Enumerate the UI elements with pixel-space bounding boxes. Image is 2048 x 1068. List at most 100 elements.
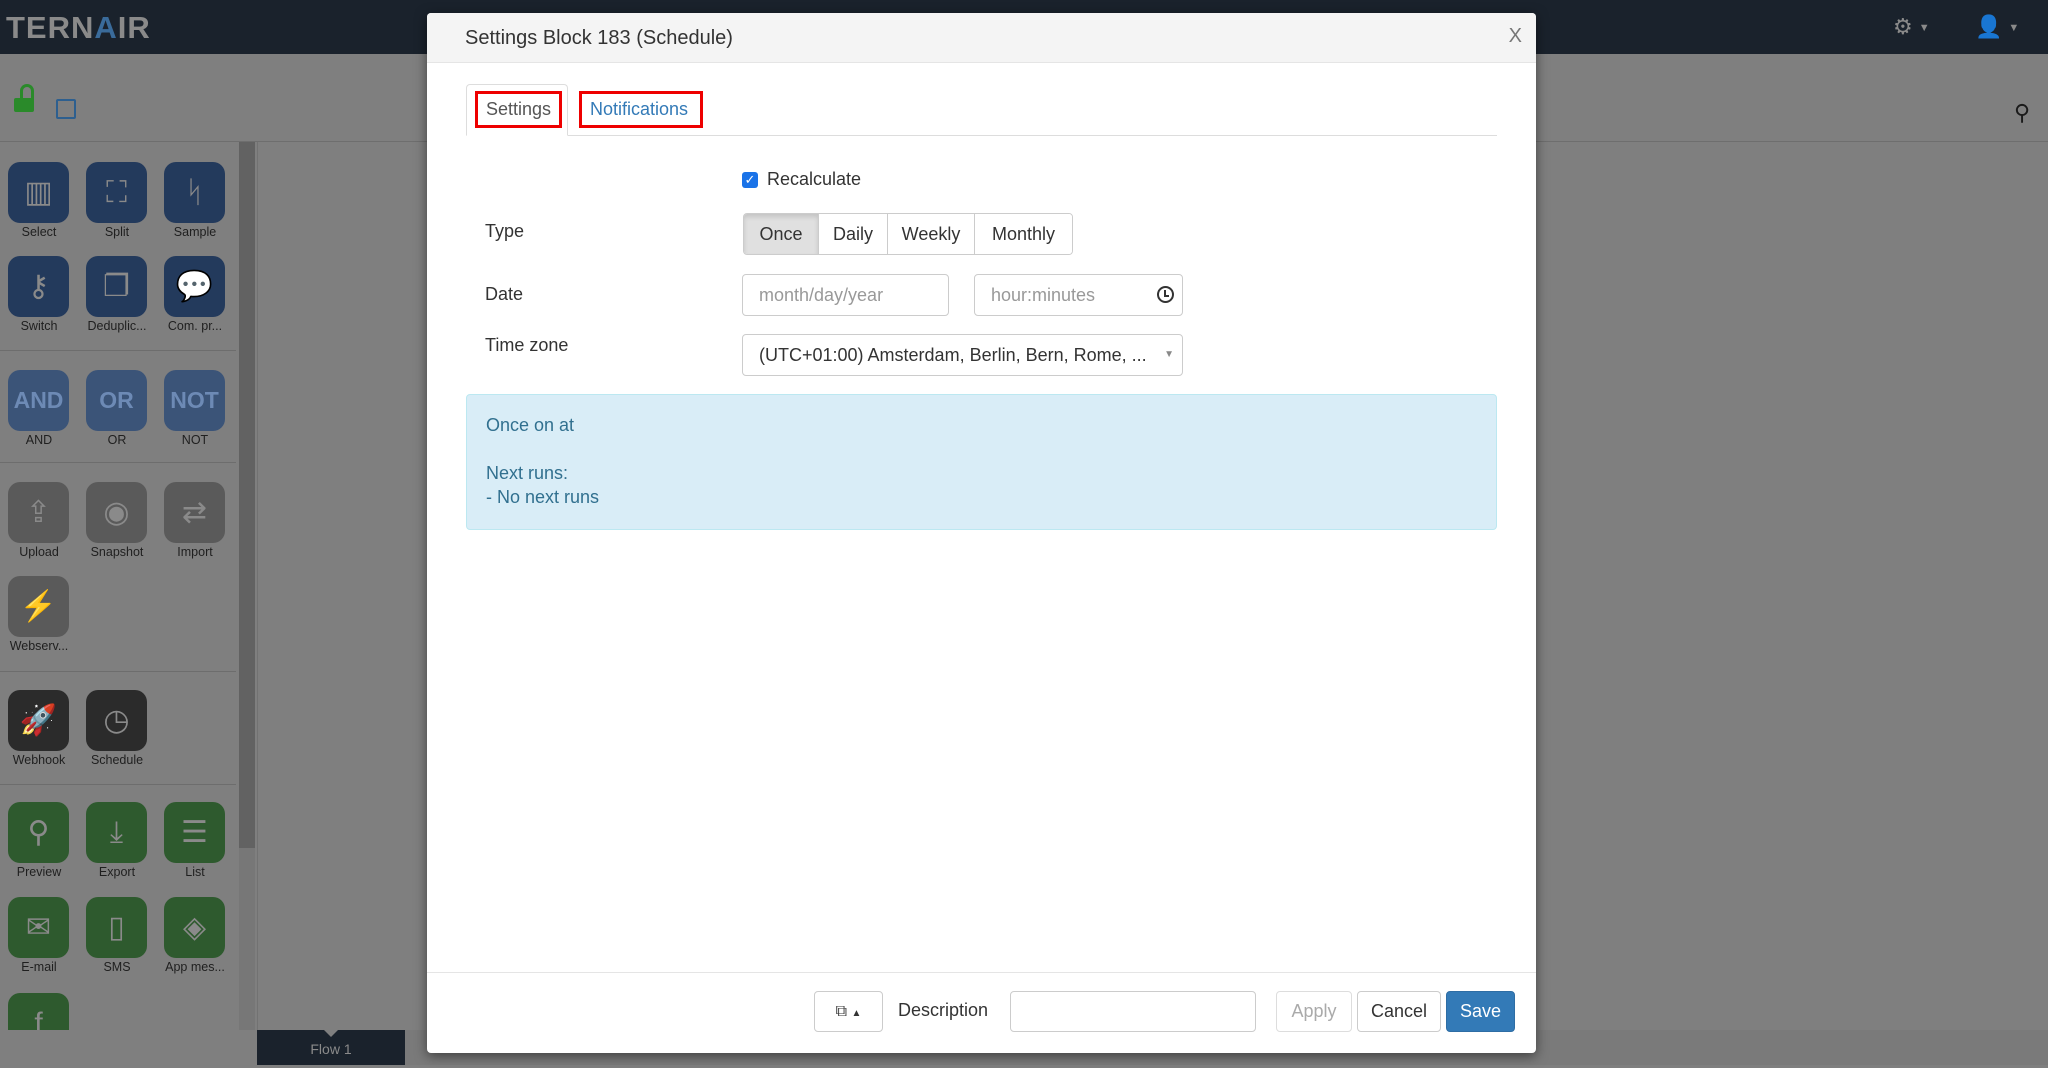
palette-block-label: NOT <box>181 433 209 447</box>
palette-block-label: Com. pr... <box>167 319 223 333</box>
floppy-icon[interactable] <box>56 99 76 119</box>
search-icon[interactable]: ⚲ <box>2014 100 2030 126</box>
tab-flow-1[interactable]: Flow 1 <box>257 1029 405 1065</box>
date-label: Date <box>485 284 524 304</box>
copy-icon: ⧉ <box>835 1003 848 1020</box>
palette-block-label: Preview <box>16 865 62 879</box>
tab-notifications[interactable]: Notifications <box>579 91 703 128</box>
timezone-select[interactable]: (UTC+01:00) Amsterdam, Berlin, Bern, Rom… <box>742 334 1183 376</box>
palette-block-webhook[interactable]: 🚀 <box>8 690 69 751</box>
timezone-label: Time zone <box>485 335 569 355</box>
schedule-info-box: Once on at Next runs: - No next runs <box>466 394 1497 530</box>
tab-settings[interactable]: Settings <box>475 91 562 128</box>
palette-block-com-pr-[interactable]: 💬 <box>164 256 225 317</box>
type-once-button[interactable]: Once <box>744 214 818 254</box>
palette-scrollbar-thumb[interactable] <box>239 142 255 848</box>
chevron-down-icon: ▼ <box>1164 349 1174 360</box>
palette-block-label: Schedule <box>90 753 144 767</box>
date-input[interactable]: month/day/year <box>742 274 949 316</box>
user-menu-button[interactable]: 👤 ▼ <box>1975 14 2019 40</box>
palette-block-select[interactable]: ▥ <box>8 162 69 223</box>
palette-divider <box>0 350 236 351</box>
palette-block-label: Sample <box>173 225 217 239</box>
description-input[interactable] <box>1010 991 1256 1032</box>
palette-block-label: AND <box>25 433 53 447</box>
clock-icon[interactable] <box>1157 286 1174 303</box>
palette-block-label: Import <box>177 545 213 559</box>
footer-divider <box>427 972 1536 973</box>
type-weekly-button[interactable]: Weekly <box>887 214 974 254</box>
palette-block-label: Split <box>104 225 130 239</box>
caret-down-icon: ▼ <box>1918 22 1930 35</box>
palette-block-and[interactable]: AND <box>8 370 69 431</box>
modal-title: Settings Block 183 (Schedule) <box>465 27 733 49</box>
time-input[interactable]: hour:minutes <box>974 274 1183 316</box>
palette-block-import[interactable]: ⇄ <box>164 482 225 543</box>
unlock-shackle-icon <box>20 84 34 100</box>
type-monthly-button[interactable]: Monthly <box>974 214 1072 254</box>
palette-divider <box>0 462 236 463</box>
type-daily-button[interactable]: Daily <box>818 214 887 254</box>
type-button-group: Once Daily Weekly Monthly <box>743 213 1073 255</box>
cancel-button[interactable]: Cancel <box>1357 991 1441 1032</box>
palette-divider <box>0 784 236 785</box>
palette-block-label: Switch <box>20 319 58 333</box>
logo-text-a: A <box>94 10 118 45</box>
palette-block-app-mes-[interactable]: ◈ <box>164 897 225 958</box>
palette-block-label: Webserv... <box>9 639 69 653</box>
info-next-runs-value: - No next runs <box>486 487 600 507</box>
save-button[interactable]: Save <box>1446 991 1515 1032</box>
palette-block-switch[interactable]: ⚷ <box>8 256 69 317</box>
palette-block-label: Snapshot <box>90 545 144 559</box>
palette-block-sample[interactable]: ᛋ <box>164 162 225 223</box>
logo-text-end: IR <box>117 10 151 45</box>
apply-button[interactable]: Apply <box>1276 991 1352 1032</box>
palette-block-not[interactable]: NOT <box>164 370 225 431</box>
palette-block-sms[interactable]: ▯ <box>86 897 147 958</box>
palette-block-or[interactable]: OR <box>86 370 147 431</box>
palette-block-webserv-[interactable]: ⚡ <box>8 576 69 637</box>
palette-block-label: OR <box>107 433 127 447</box>
settings-modal: Settings Block 183 (Schedule) X Settings… <box>427 13 1536 1053</box>
palette-divider <box>0 671 236 672</box>
palette-block-snapshot[interactable]: ◉ <box>86 482 147 543</box>
copy-dropdown-button[interactable]: ⧉ ▲ <box>814 991 883 1032</box>
ternair-logo[interactable]: TERNAIR <box>6 10 151 46</box>
palette-block-split[interactable]: ⛶ <box>86 162 147 223</box>
palette-block-label: Select <box>21 225 57 239</box>
time-placeholder: hour:minutes <box>991 285 1096 305</box>
timezone-value: (UTC+01:00) Amsterdam, Berlin, Bern, Rom… <box>759 345 1147 365</box>
gear-icon: ⚙ <box>1893 14 1913 39</box>
palette-block-preview[interactable]: ⚲ <box>8 802 69 863</box>
palette-block-list[interactable]: ☰ <box>164 802 225 863</box>
unlock-icon[interactable] <box>14 98 34 112</box>
palette-block-label: E-mail <box>21 960 57 974</box>
user-icon: 👤 <box>1975 14 2003 39</box>
close-button[interactable]: X <box>1509 25 1522 48</box>
palette-block-label: Webhook <box>12 753 66 767</box>
tab-divider <box>466 135 1497 136</box>
palette-block-label: List <box>185 865 205 879</box>
modal-header: Settings Block 183 (Schedule) X <box>427 13 1536 63</box>
info-summary: Once on at <box>486 415 575 435</box>
palette-block-label: Deduplic... <box>87 319 147 333</box>
caret-up-icon: ▲ <box>851 1008 862 1019</box>
palette-block-e-mail[interactable]: ✉ <box>8 897 69 958</box>
type-label: Type <box>485 221 525 241</box>
caret-down-icon: ▼ <box>2008 22 2020 35</box>
info-next-runs-label: Next runs: <box>486 463 569 483</box>
recalculate-label[interactable]: Recalculate <box>767 169 861 190</box>
palette-block-export[interactable]: ⤓ <box>86 802 147 863</box>
block-palette: ▥ Select ⛶ Split ᛋ Sample ⚷ Switch ❐ Deduplic... 💬… <box>0 142 237 1030</box>
palette-block-label: App mes... <box>165 960 225 974</box>
settings-menu-button[interactable]: ⚙ ▼ <box>1893 14 1930 40</box>
recalculate-checkbox[interactable]: ✓ <box>742 172 758 188</box>
palette-block-label: Upload <box>19 545 59 559</box>
palette-block-upload[interactable]: ⇪ <box>8 482 69 543</box>
palette-block-facebook[interactable]: f <box>8 993 69 1030</box>
description-label: Description <box>898 1000 989 1020</box>
logo-text: TERN <box>6 10 95 45</box>
palette-block-schedule[interactable]: ◷ <box>86 690 147 751</box>
palette-block-deduplic-[interactable]: ❐ <box>86 256 147 317</box>
palette-block-label: Export <box>98 865 136 879</box>
